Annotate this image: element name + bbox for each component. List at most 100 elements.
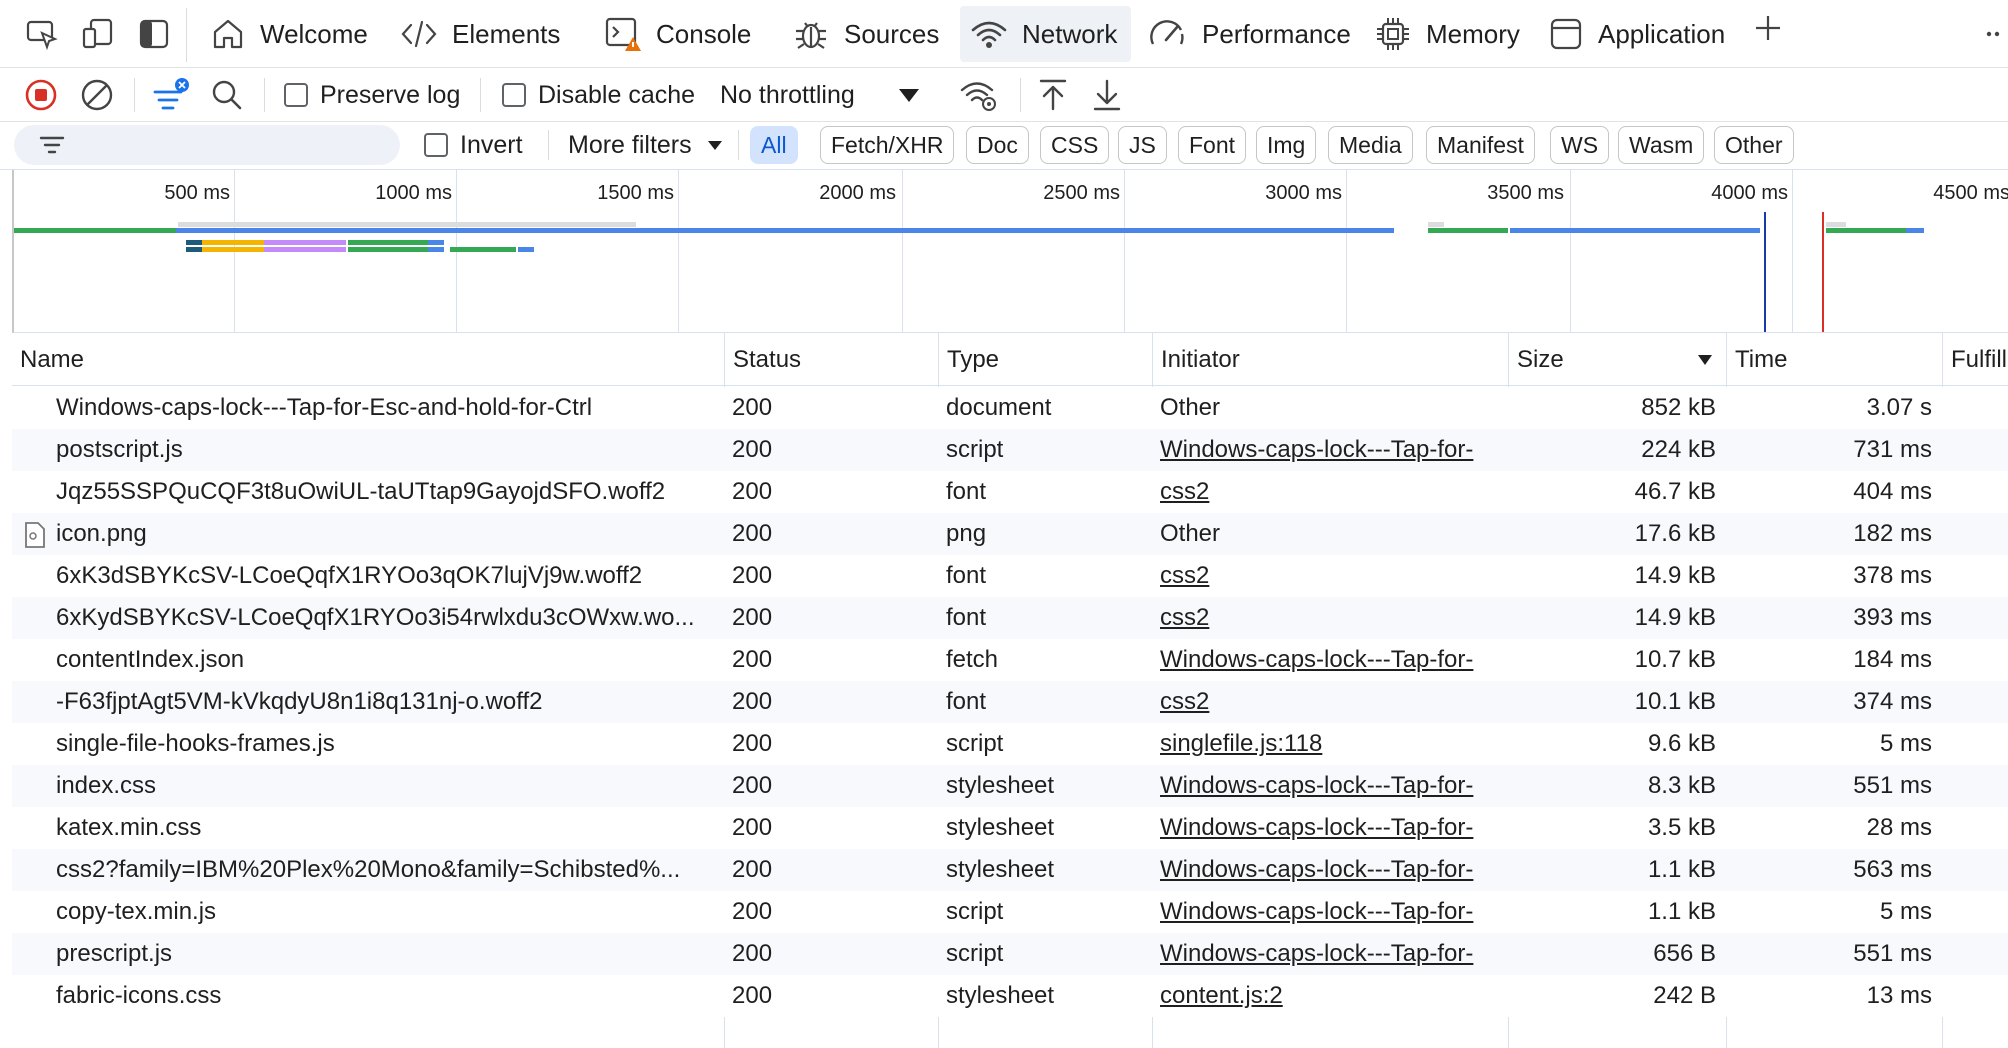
column-header-size[interactable]: Size xyxy=(1508,333,1726,386)
chip-label: Other xyxy=(1725,131,1783,158)
inspect-element-icon[interactable] xyxy=(22,14,62,54)
throttling-value: No throttling xyxy=(720,80,855,109)
table-row[interactable]: css2?family=IBM%20Plex%20Mono&family=Sch… xyxy=(12,849,2008,891)
request-initiator[interactable]: css2 xyxy=(1152,597,1508,639)
filter-chip-font[interactable]: Font xyxy=(1178,126,1247,164)
tab-network[interactable]: Network xyxy=(960,6,1132,62)
table-row[interactable]: index.css 200 stylesheet Windows-caps-lock-… xyxy=(12,765,2008,807)
checkbox-box[interactable] xyxy=(284,83,308,107)
request-initiator[interactable]: Windows-caps-lock---Tap-for- xyxy=(1152,639,1508,681)
table-row[interactable]: prescript.js 200 script Windows-caps-lock--… xyxy=(12,933,2008,975)
column-header-fulfill[interactable]: Fulfill xyxy=(1942,333,2008,386)
table-row[interactable]: Windows-caps-lock---Tap-for-Esc-and-hold… xyxy=(12,387,2008,429)
tab-console[interactable]: Console xyxy=(594,6,765,62)
tab-performance[interactable]: Performance xyxy=(1138,6,1365,62)
filter-active-icon[interactable] xyxy=(150,74,192,116)
filter-chip-media[interactable]: Media xyxy=(1328,126,1413,164)
dock-side-icon[interactable] xyxy=(134,14,174,54)
column-header-initiator[interactable]: Initiator xyxy=(1152,333,1508,386)
request-name[interactable]: Windows-caps-lock---Tap-for-Esc-and-hold… xyxy=(12,387,724,429)
request-name[interactable]: copy-tex.min.js xyxy=(12,891,724,933)
request-name[interactable]: 6xK3dSBYKcSV-LCoeQqfX1RYOo3qOK7lujVj9w.w… xyxy=(12,555,724,597)
filter-chip-other[interactable]: Other xyxy=(1714,126,1794,164)
column-header-name[interactable]: Name xyxy=(12,333,724,386)
tab-memory[interactable]: Memory xyxy=(1364,6,1534,62)
tab-elements[interactable]: Elements xyxy=(390,6,574,62)
invert-checkbox[interactable]: Invert xyxy=(424,128,523,162)
filter-chip-manifest[interactable]: Manifest xyxy=(1426,126,1535,164)
request-initiator[interactable]: Windows-caps-lock---Tap-for- xyxy=(1152,429,1508,471)
column-header-type[interactable]: Type xyxy=(938,333,1152,386)
request-initiator[interactable]: singlefile.js:118 xyxy=(1152,723,1508,765)
request-size: 14.9 kB xyxy=(1634,604,1716,631)
checkbox-box[interactable] xyxy=(502,83,526,107)
request-initiator[interactable]: Windows-caps-lock---Tap-for- xyxy=(1152,849,1508,891)
chevron-down-icon[interactable] xyxy=(888,74,930,116)
table-row[interactable]: copy-tex.min.js 200 script Windows-caps-loc… xyxy=(12,891,2008,933)
tab-welcome[interactable]: Welcome xyxy=(200,6,382,62)
tab-application[interactable]: Application xyxy=(1538,6,1739,62)
request-name[interactable]: Jqz55SSPQuCQF3t8uOwiUL-taUTtap9GayojdSFO… xyxy=(12,471,724,513)
table-row[interactable]: 6xK3dSBYKcSV-LCoeQqfX1RYOo3qOK7lujVj9w.w… xyxy=(12,555,2008,597)
filter-chip-fetch-xhr[interactable]: Fetch/XHR xyxy=(820,126,955,164)
device-toolbar-icon[interactable] xyxy=(78,14,118,54)
throttling-select[interactable]: No throttling xyxy=(720,78,855,112)
request-time: 13 ms xyxy=(1866,982,1932,1009)
table-row[interactable]: Jqz55SSPQuCQF3t8uOwiUL-taUTtap9GayojdSFO… xyxy=(12,471,2008,513)
search-icon[interactable] xyxy=(206,74,248,116)
table-row[interactable]: fabric-icons.css 200 stylesheet content.js:… xyxy=(12,975,2008,1017)
request-size: 3.5 kB xyxy=(1647,814,1716,841)
more-options-icon[interactable] xyxy=(1978,14,2008,54)
request-name[interactable]: css2?family=IBM%20Plex%20Mono&family=Sch… xyxy=(12,849,724,891)
filter-input[interactable] xyxy=(14,125,400,165)
request-name[interactable]: katex.min.css xyxy=(12,807,724,849)
request-name[interactable]: icon.png xyxy=(12,513,724,555)
request-initiator[interactable]: Windows-caps-lock---Tap-for- xyxy=(1152,933,1508,975)
preserve-log-checkbox[interactable]: Preserve log xyxy=(284,78,460,112)
filter-chip-js[interactable]: JS xyxy=(1118,126,1167,164)
network-conditions-icon[interactable] xyxy=(958,74,1000,116)
table-row[interactable]: contentIndex.json 200 fetch Windows-caps-lo… xyxy=(12,639,2008,681)
request-name[interactable]: postscript.js xyxy=(12,429,724,471)
request-initiator[interactable]: Windows-caps-lock---Tap-for- xyxy=(1152,807,1508,849)
request-initiator[interactable]: css2 xyxy=(1152,471,1508,513)
import-har-icon[interactable] xyxy=(1032,74,1074,116)
request-initiator[interactable]: content.js:2 xyxy=(1152,975,1508,1017)
clear-icon[interactable] xyxy=(76,74,118,116)
request-initiator[interactable]: css2 xyxy=(1152,555,1508,597)
more-filters-dropdown[interactable]: More filters xyxy=(568,128,724,162)
request-name[interactable]: 6xKydSBYKcSV-LCoeQqfX1RYOo3i54rwlxdu3cOW… xyxy=(12,597,724,639)
export-har-icon[interactable] xyxy=(1086,74,1128,116)
request-name[interactable]: -F63fjptAgt5VM-kVkqdyU8n1i8q131nj-o.woff… xyxy=(12,681,724,723)
record-icon[interactable] xyxy=(20,74,62,116)
request-name[interactable]: index.css xyxy=(12,765,724,807)
filter-chip-wasm[interactable]: Wasm xyxy=(1618,126,1705,164)
tab-sources[interactable]: Sources xyxy=(782,6,953,62)
filter-chip-doc[interactable]: Doc xyxy=(966,126,1029,164)
request-initiator[interactable]: css2 xyxy=(1152,681,1508,723)
table-row[interactable]: postscript.js 200 script Windows-caps-lock-… xyxy=(12,429,2008,471)
request-initiator[interactable]: Windows-caps-lock---Tap-for- xyxy=(1152,765,1508,807)
table-row[interactable]: single-file-hooks-frames.js 200 script sing… xyxy=(12,723,2008,765)
column-header-time[interactable]: Time xyxy=(1726,333,1942,386)
request-name[interactable]: prescript.js xyxy=(12,933,724,975)
table-row[interactable]: 6xKydSBYKcSV-LCoeQqfX1RYOo3i54rwlxdu3cOW… xyxy=(12,597,2008,639)
request-name[interactable]: contentIndex.json xyxy=(12,639,724,681)
filter-chip-all[interactable]: All xyxy=(750,126,798,164)
overview-timeline[interactable]: 500 ms 1000 ms 1500 ms 2000 ms 2500 ms 3… xyxy=(12,170,2008,333)
table-row[interactable]: katex.min.css 200 stylesheet Windows-caps-l… xyxy=(12,807,2008,849)
table-row[interactable]: -F63fjptAgt5VM-kVkqdyU8n1i8q131nj-o.woff… xyxy=(12,681,2008,723)
request-name[interactable]: single-file-hooks-frames.js xyxy=(12,723,724,765)
disable-cache-checkbox[interactable]: Disable cache xyxy=(502,78,695,112)
checkbox-box[interactable] xyxy=(424,133,448,157)
filter-chip-img[interactable]: Img xyxy=(1256,126,1317,164)
request-name[interactable]: fabric-icons.css xyxy=(12,975,724,1017)
filter-chip-ws[interactable]: WS xyxy=(1550,126,1610,164)
request-initiator[interactable]: Windows-caps-lock---Tap-for- xyxy=(1152,891,1508,933)
filter-chip-css[interactable]: CSS xyxy=(1040,126,1110,164)
request-initiator: Other xyxy=(1160,394,1221,421)
add-tab-icon[interactable] xyxy=(1748,8,1788,48)
table-row[interactable]: icon.png 200 png Other 17.6 kB 182 ms xyxy=(12,513,2008,555)
request-status: 200 xyxy=(732,394,773,421)
column-header-status[interactable]: Status xyxy=(724,333,938,386)
